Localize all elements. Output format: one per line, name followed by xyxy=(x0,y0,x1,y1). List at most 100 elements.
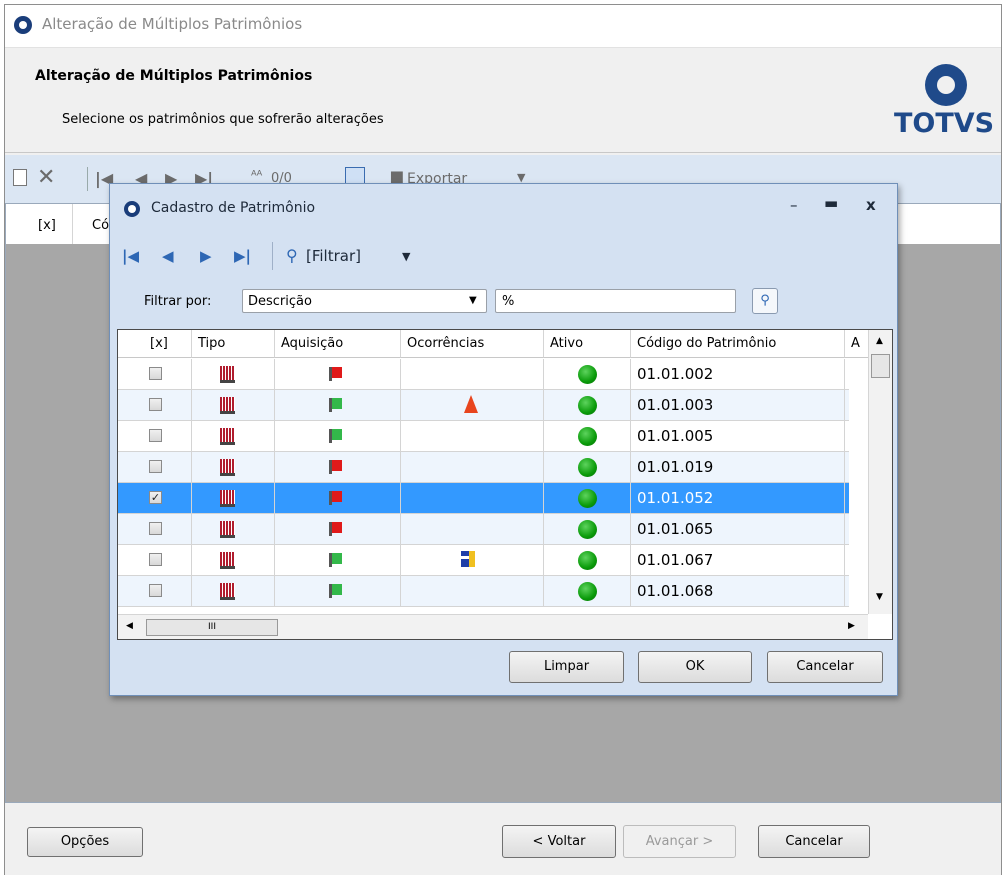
filter-button[interactable]: [Filtrar] xyxy=(306,247,361,265)
traffic-cone-icon xyxy=(464,395,478,413)
chevron-down-icon: ▼ xyxy=(469,295,477,306)
row-checkbox[interactable] xyxy=(149,584,162,597)
minimize-icon[interactable]: – xyxy=(790,196,798,214)
red-flag-icon xyxy=(329,522,342,536)
green-flag-icon xyxy=(329,398,342,412)
col-header-occurrences[interactable]: Ocorrências xyxy=(401,330,544,358)
type-cell xyxy=(192,421,275,451)
find-icon[interactable]: ᴬᴬ xyxy=(251,169,262,184)
filter-dropdown-icon[interactable]: ▼ xyxy=(402,250,410,263)
table-row[interactable]: 01.01.068 xyxy=(118,576,869,607)
col-header-acquisition[interactable]: Aquisição xyxy=(275,330,401,358)
maximize-icon[interactable]: ▬ xyxy=(824,194,838,212)
active-cell xyxy=(544,359,631,389)
filter-by-label: Filtrar por: xyxy=(144,294,212,309)
totvs-logo-text: TOTVS xyxy=(894,108,995,139)
active-cell xyxy=(544,483,631,513)
filter-value-text: % xyxy=(502,294,515,309)
filter-icon[interactable]: ⚲ xyxy=(286,246,298,265)
occurrences-cell xyxy=(401,390,544,420)
next-col-cell xyxy=(845,359,869,389)
table-row[interactable]: 01.01.003 xyxy=(118,390,869,421)
scroll-thumb[interactable] xyxy=(871,354,890,378)
type-cell xyxy=(192,483,275,513)
col-header-select[interactable]: [x] xyxy=(118,330,192,358)
scroll-down-icon[interactable]: ▼ xyxy=(876,592,883,602)
occurrences-cell xyxy=(401,359,544,389)
type-cell xyxy=(192,452,275,482)
row-checkbox[interactable] xyxy=(149,460,162,473)
options-button[interactable]: Opções xyxy=(27,827,143,857)
close-icon[interactable]: x xyxy=(866,196,876,214)
first-record-icon[interactable]: |◀ xyxy=(122,247,139,265)
next-col-cell xyxy=(845,421,869,451)
filter-value-input[interactable]: % xyxy=(495,289,736,313)
main-grid-col-code[interactable]: Có xyxy=(92,218,109,233)
table-row[interactable]: 01.01.019 xyxy=(118,452,869,483)
row-checkbox[interactable] xyxy=(149,367,162,380)
vertical-scrollbar[interactable]: ▲ ▼ xyxy=(868,330,892,614)
delete-icon[interactable]: ✕ xyxy=(37,165,55,190)
new-record-icon[interactable] xyxy=(13,169,27,186)
red-flag-icon xyxy=(329,460,342,474)
active-cell xyxy=(544,514,631,544)
table-row[interactable]: 01.01.005 xyxy=(118,421,869,452)
select-cell xyxy=(118,359,192,389)
select-cell xyxy=(118,545,192,575)
active-cell xyxy=(544,452,631,482)
window-title: Alteração de Múltiplos Patrimônios xyxy=(42,15,303,33)
table-row[interactable]: 01.01.065 xyxy=(118,514,869,545)
patrimony-code: 01.01.003 xyxy=(637,396,714,414)
clear-button[interactable]: Limpar xyxy=(509,651,624,683)
col-header-type[interactable]: Tipo xyxy=(192,330,275,358)
type-cell xyxy=(192,545,275,575)
row-checkbox[interactable] xyxy=(149,553,162,566)
next-record-icon[interactable]: ▶ xyxy=(200,247,212,265)
prev-record-icon[interactable]: ◀ xyxy=(162,247,174,265)
active-status-icon xyxy=(578,489,597,508)
cancel-dialog-button[interactable]: Cancelar xyxy=(767,651,883,683)
green-flag-icon xyxy=(329,584,342,598)
col-header-code[interactable]: Código do Patrimônio xyxy=(631,330,845,358)
ok-button[interactable]: OK xyxy=(638,651,752,683)
col-header-next[interactable]: A xyxy=(845,330,869,358)
acquisition-cell xyxy=(275,390,401,420)
apply-filter-icon[interactable]: ⚲ xyxy=(752,288,778,314)
next-button[interactable]: Avançar > xyxy=(623,825,736,858)
row-checkbox[interactable] xyxy=(149,429,162,442)
code-cell: 01.01.005 xyxy=(631,421,845,451)
acquisition-cell xyxy=(275,421,401,451)
active-status-icon xyxy=(578,458,597,477)
active-cell xyxy=(544,421,631,451)
back-button[interactable]: < Voltar xyxy=(502,825,616,858)
table-row[interactable]: ✓ 01.01.052 xyxy=(118,483,869,514)
table-row[interactable]: 01.01.067 xyxy=(118,545,869,576)
select-cell: ✓ xyxy=(118,483,192,513)
scroll-up-icon[interactable]: ▲ xyxy=(876,336,883,346)
scroll-left-icon[interactable]: ◀ xyxy=(126,621,133,631)
patrimony-code: 01.01.005 xyxy=(637,427,714,445)
filter-field-select[interactable]: Descrição ▼ xyxy=(242,289,487,313)
wizard-footer: Opções < Voltar Avançar > Cancelar xyxy=(5,803,1001,875)
cancel-wizard-button[interactable]: Cancelar xyxy=(758,825,870,858)
acquisition-cell xyxy=(275,514,401,544)
row-checkbox[interactable] xyxy=(149,398,162,411)
patrimony-code: 01.01.052 xyxy=(637,489,714,507)
app-icon xyxy=(14,16,32,34)
patrimony-code: 01.01.002 xyxy=(637,365,714,383)
horizontal-scrollbar[interactable]: ◀ III ▶ xyxy=(118,614,868,639)
barcode-icon xyxy=(220,552,235,569)
table-row[interactable]: 01.01.002 xyxy=(118,359,869,390)
main-grid-col-x[interactable]: [x] xyxy=(38,218,56,233)
select-cell xyxy=(118,576,192,606)
scroll-right-icon[interactable]: ▶ xyxy=(848,621,855,631)
active-status-icon xyxy=(578,427,597,446)
patrimony-code: 01.01.019 xyxy=(637,458,714,476)
row-checkbox[interactable] xyxy=(149,522,162,535)
last-record-icon[interactable]: ▶| xyxy=(234,247,251,265)
type-cell xyxy=(192,390,275,420)
col-header-active[interactable]: Ativo xyxy=(544,330,631,358)
lighthouse-icon xyxy=(461,551,475,567)
row-checkbox[interactable]: ✓ xyxy=(149,491,162,504)
hscroll-thumb[interactable]: III xyxy=(146,619,278,636)
